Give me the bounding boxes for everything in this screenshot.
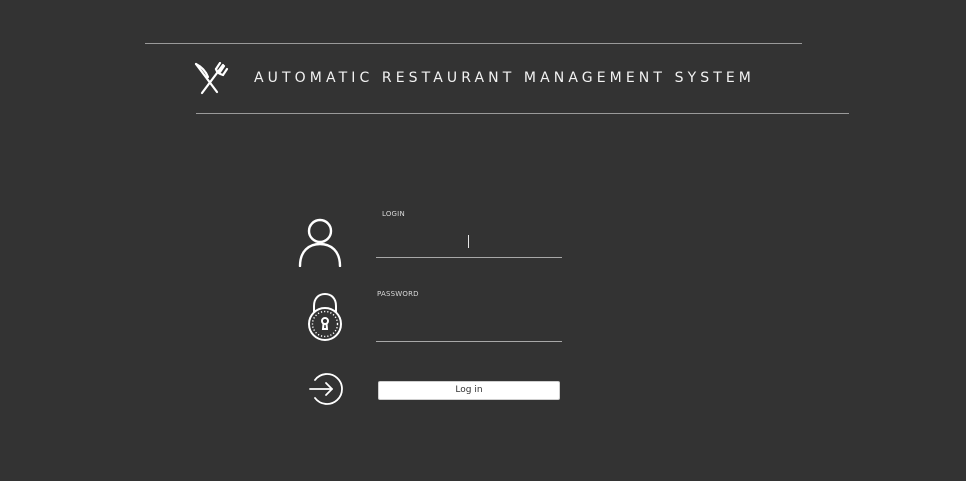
lock-icon xyxy=(308,292,342,341)
password-input[interactable] xyxy=(376,318,562,342)
login-arrow-icon xyxy=(309,373,343,405)
text-caret xyxy=(468,235,469,248)
fork-knife-crossed-icon xyxy=(194,62,229,95)
app-title: AUTOMATIC RESTAURANT MANAGEMENT SYSTEM xyxy=(254,70,755,86)
login-screen: AUTOMATIC RESTAURANT MANAGEMENT SYSTEM L… xyxy=(0,0,966,481)
login-label: LOGIN xyxy=(382,210,405,218)
header-divider-bottom xyxy=(196,113,849,114)
user-icon xyxy=(298,218,342,267)
password-label: PASSWORD xyxy=(377,290,419,298)
login-input[interactable] xyxy=(376,234,562,258)
header-divider-top xyxy=(145,43,802,44)
login-button[interactable]: Log in xyxy=(378,381,560,400)
